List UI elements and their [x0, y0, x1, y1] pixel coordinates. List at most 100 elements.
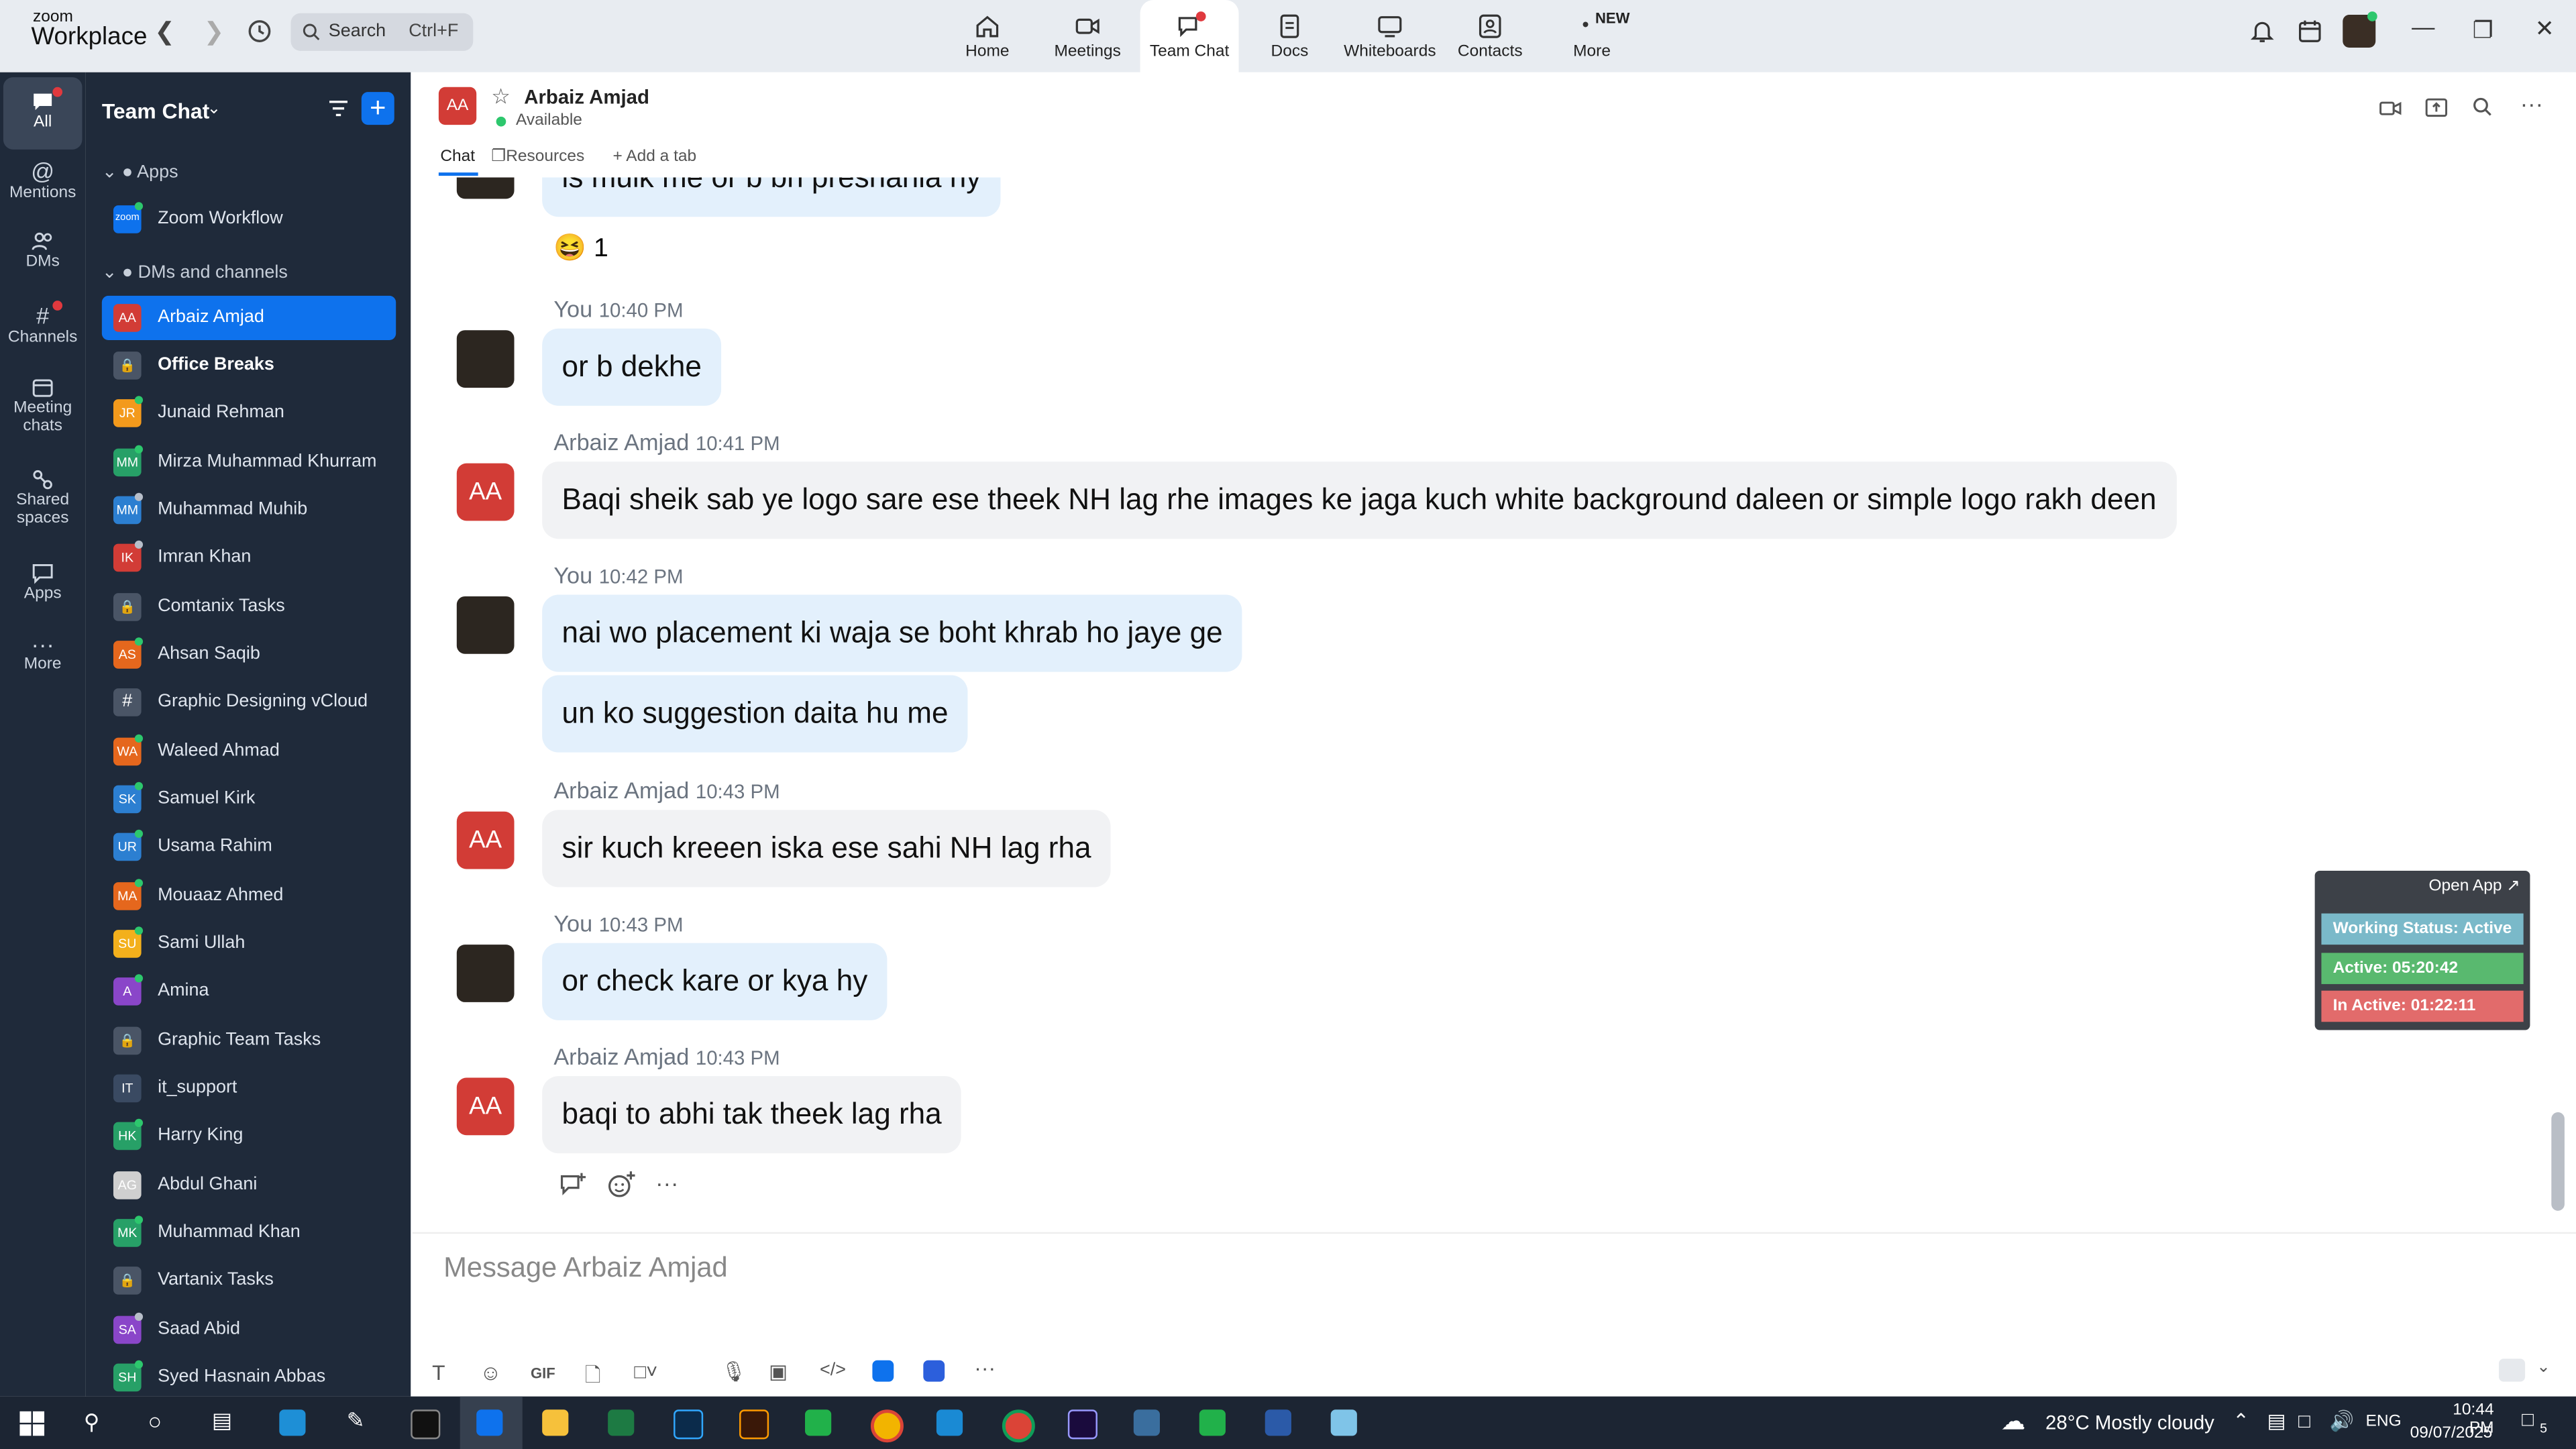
- sidebar-item[interactable]: 🔒 Comtanix Tasks: [102, 585, 396, 629]
- message-bubble[interactable]: sir kuch kreeen iska ese sahi NH lag rha: [542, 810, 1111, 888]
- word-icon[interactable]: [1265, 1409, 1291, 1436]
- rail-more[interactable]: ··· More: [3, 633, 83, 674]
- sidebar-item[interactable]: WA Waleed Ahmad: [102, 729, 396, 773]
- sidebar-item[interactable]: # Graphic Designing vCloud: [102, 680, 396, 724]
- new-chat-button[interactable]: +: [361, 92, 394, 125]
- message-bubble[interactable]: baqi to abhi tak theek lag rha: [542, 1076, 962, 1154]
- edge-icon[interactable]: [279, 1409, 306, 1436]
- sidebar-item[interactable]: SH Syed Hasnain Abbas: [102, 1355, 396, 1399]
- illustrator-icon[interactable]: [739, 1409, 769, 1440]
- file-explorer-icon[interactable]: [542, 1409, 569, 1436]
- message-bubble[interactable]: is mulk me or b bh preshania hy: [542, 177, 1001, 217]
- nav-home[interactable]: Home: [938, 0, 1036, 72]
- tab-add[interactable]: + Add a tab: [612, 148, 696, 166]
- back-arrow-icon[interactable]: ❮: [154, 16, 175, 46]
- screenshot-icon[interactable]: □˅: [634, 1360, 657, 1383]
- sidebar-item[interactable]: MM Mirza Muhammad Khurram: [102, 440, 396, 484]
- code-snippet-icon[interactable]: </>: [820, 1360, 846, 1380]
- sidebar-item[interactable]: UR Usama Rahim: [102, 824, 396, 869]
- video-message-icon[interactable]: ▣: [769, 1360, 788, 1383]
- nav-team-chat[interactable]: Team Chat: [1140, 0, 1239, 72]
- rail-channels[interactable]: # Channels: [3, 301, 83, 347]
- message-bubble[interactable]: or check kare or kya hy: [542, 943, 888, 1020]
- chrome-profile-icon[interactable]: [1002, 1409, 1035, 1443]
- clock-date[interactable]: 09/07/2025: [2410, 1424, 2493, 1442]
- open-app-button[interactable]: Open App ↗: [2429, 877, 2520, 896]
- sidebar-title[interactable]: Team Chat: [102, 99, 209, 123]
- file-icon[interactable]: 🗋: [585, 1360, 601, 1395]
- notepad-icon[interactable]: [1330, 1409, 1357, 1436]
- sidebar-item[interactable]: SK Samuel Kirk: [102, 777, 396, 821]
- close-icon[interactable]: ✕: [2535, 15, 2555, 43]
- share-screen-icon[interactable]: [2425, 97, 2448, 118]
- tray-chevron-icon[interactable]: ⌃: [2233, 1409, 2249, 1432]
- network-icon[interactable]: □: [2298, 1409, 2310, 1432]
- weather-cloud-icon[interactable]: ☁: [2001, 1406, 2026, 1436]
- more-options-icon[interactable]: ···: [2520, 91, 2543, 117]
- nav-whiteboards[interactable]: Whiteboards: [1340, 0, 1439, 72]
- zoom-icon[interactable]: [476, 1409, 503, 1436]
- cortana-icon[interactable]: ○: [148, 1408, 162, 1434]
- message-bubble[interactable]: Baqi sheik sab ye logo sare ese theek NH…: [542, 462, 2176, 539]
- sidebar-item[interactable]: IK Imran Khan: [102, 535, 396, 580]
- reply-thread-icon[interactable]: [559, 1171, 588, 1197]
- contact-avatar[interactable]: AA: [438, 87, 477, 125]
- sidebar-item[interactable]: MA Mouaaz Ahmed: [102, 874, 396, 918]
- pen-icon[interactable]: ✎: [347, 1408, 365, 1434]
- gif-icon[interactable]: GIF: [531, 1365, 555, 1381]
- rail-shared-spaces[interactable]: Shared spaces: [3, 468, 83, 527]
- nav-contacts[interactable]: Contacts: [1441, 0, 1540, 72]
- tab-resources[interactable]: ❐Resources: [491, 148, 584, 166]
- add-reaction-icon[interactable]: [606, 1170, 636, 1199]
- photoshop-icon[interactable]: [674, 1409, 704, 1440]
- more-tools-icon[interactable]: ···: [974, 1355, 996, 1380]
- sidebar-item[interactable]: 🔒 Graphic Team Tasks: [102, 1018, 396, 1063]
- sidebar-item[interactable]: A Amina: [102, 969, 396, 1014]
- video-call-icon[interactable]: [2379, 99, 2402, 118]
- sidebar-item[interactable]: 🔒 Office Breaks: [102, 343, 396, 388]
- microphone-icon[interactable]: 🎙: [721, 1360, 746, 1383]
- dms-section-header[interactable]: ⌄ ● DMs and channels: [102, 261, 288, 282]
- chevron-down-icon[interactable]: ⌄: [207, 100, 221, 118]
- minimize-icon[interactable]: —: [2412, 13, 2434, 40]
- sidebar-item[interactable]: zoom Zoom Workflow: [102, 197, 396, 241]
- task-view-icon[interactable]: ▤: [212, 1408, 232, 1434]
- tray-app-icon[interactable]: ▤: [2267, 1409, 2286, 1432]
- zoom-app-icon[interactable]: [872, 1360, 894, 1382]
- message-input[interactable]: Message Arbaiz Amjad: [443, 1252, 727, 1285]
- text-format-icon[interactable]: T: [432, 1360, 445, 1385]
- rail-mentions[interactable]: @ Mentions: [3, 158, 83, 202]
- premiere-icon[interactable]: [1067, 1409, 1097, 1440]
- app-icon[interactable]: [1133, 1409, 1160, 1436]
- sidebar-item[interactable]: SU Sami Ullah: [102, 922, 396, 966]
- message-more-icon[interactable]: ···: [655, 1170, 678, 1196]
- excel-icon[interactable]: [608, 1409, 635, 1436]
- volume-icon[interactable]: 🔊: [2330, 1409, 2355, 1432]
- sidebar-item[interactable]: MM Muhammad Muhib: [102, 488, 396, 532]
- calendar-icon[interactable]: [2297, 18, 2323, 44]
- message-bubble[interactable]: or b dekhe: [542, 328, 722, 406]
- workflow-app-icon[interactable]: [923, 1360, 945, 1382]
- taskbar-search-icon[interactable]: ⚲: [84, 1409, 99, 1436]
- sidebar-item[interactable]: MK Muhammad Khan: [102, 1211, 396, 1255]
- notification-center-icon[interactable]: □: [2522, 1408, 2534, 1431]
- green-app-icon[interactable]: [805, 1409, 832, 1436]
- terminal-icon[interactable]: [411, 1409, 441, 1440]
- reaction-chip[interactable]: 😆 1: [553, 231, 608, 264]
- search-box[interactable]: Search Ctrl+F: [290, 13, 474, 51]
- sidebar-item[interactable]: JR Junaid Rehman: [102, 391, 396, 435]
- message-bubble[interactable]: un ko suggestion daita hu me: [542, 675, 968, 753]
- forward-arrow-icon[interactable]: ❯: [204, 16, 225, 46]
- nav-meetings[interactable]: Meetings: [1038, 0, 1137, 72]
- windows-start-icon[interactable]: [19, 1411, 45, 1436]
- search-icon[interactable]: [2473, 97, 2492, 116]
- sidebar-item[interactable]: AG Abdul Ghani: [102, 1163, 396, 1208]
- scrollbar-thumb[interactable]: [2551, 1112, 2565, 1211]
- sidebar-item[interactable]: AS Ahsan Saqib: [102, 633, 396, 677]
- language-indicator[interactable]: ENG: [2366, 1413, 2402, 1431]
- message-bubble[interactable]: nai wo placement ki waja se boht khrab h…: [542, 594, 1243, 672]
- rail-dms[interactable]: DMs: [3, 230, 83, 271]
- send-options-chevron-icon[interactable]: ⌄: [2536, 1358, 2551, 1377]
- nav-docs[interactable]: Docs: [1240, 0, 1339, 72]
- sidebar-item[interactable]: HK Harry King: [102, 1114, 396, 1158]
